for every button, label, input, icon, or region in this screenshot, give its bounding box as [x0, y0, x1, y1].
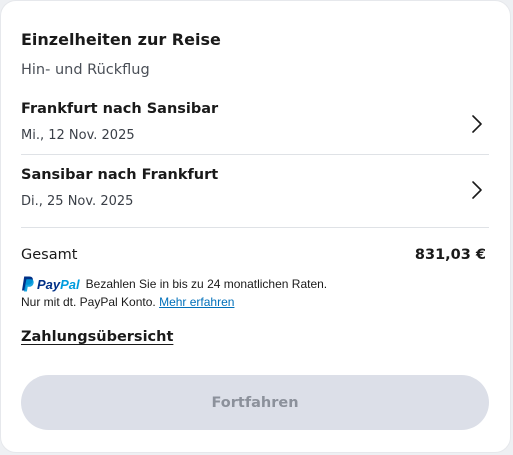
paypal-logo: PayPal: [21, 276, 80, 292]
trip-details-card: Einzelheiten zur Reise Hin- und Rückflug…: [0, 0, 511, 453]
chevron-right-icon: [472, 181, 482, 199]
paypal-icon: [22, 276, 34, 292]
paypal-installment-message: PayPal Bezahlen Sie in bis zu 24 monatli…: [21, 274, 327, 294]
flight-leg-outbound[interactable]: Frankfurt nach Sansibar Mi., 12 Nov. 202…: [21, 93, 489, 157]
total-price: 831,03 €: [414, 247, 486, 263]
continue-button[interactable]: Fortfahren: [21, 375, 489, 430]
divider: [21, 227, 489, 228]
payment-summary-link[interactable]: Zahlungsübersicht: [21, 329, 173, 345]
leg-route: Frankfurt nach Sansibar: [21, 101, 219, 117]
divider: [21, 154, 489, 155]
paypal-note-text: Nur mit dt. PayPal Konto.: [21, 295, 156, 309]
paypal-wordmark: PayPal: [37, 276, 80, 292]
paypal-note: Nur mit dt. PayPal Konto. Mehr erfahren: [21, 295, 234, 309]
trip-type-label: Hin- und Rückflug: [21, 62, 150, 78]
chevron-right-icon: [472, 115, 482, 133]
paypal-installment-text: Bezahlen Sie in bis zu 24 monatlichen Ra…: [85, 277, 328, 291]
leg-route: Sansibar nach Frankfurt: [21, 167, 219, 183]
leg-date: Mi., 12 Nov. 2025: [21, 128, 135, 143]
trip-details-title: Einzelheiten zur Reise: [21, 30, 221, 49]
paypal-learn-more-link[interactable]: Mehr erfahren: [159, 295, 234, 309]
leg-date: Di., 25 Nov. 2025: [21, 194, 134, 209]
flight-leg-return[interactable]: Sansibar nach Frankfurt Di., 25 Nov. 202…: [21, 159, 489, 223]
total-label: Gesamt: [21, 247, 78, 263]
